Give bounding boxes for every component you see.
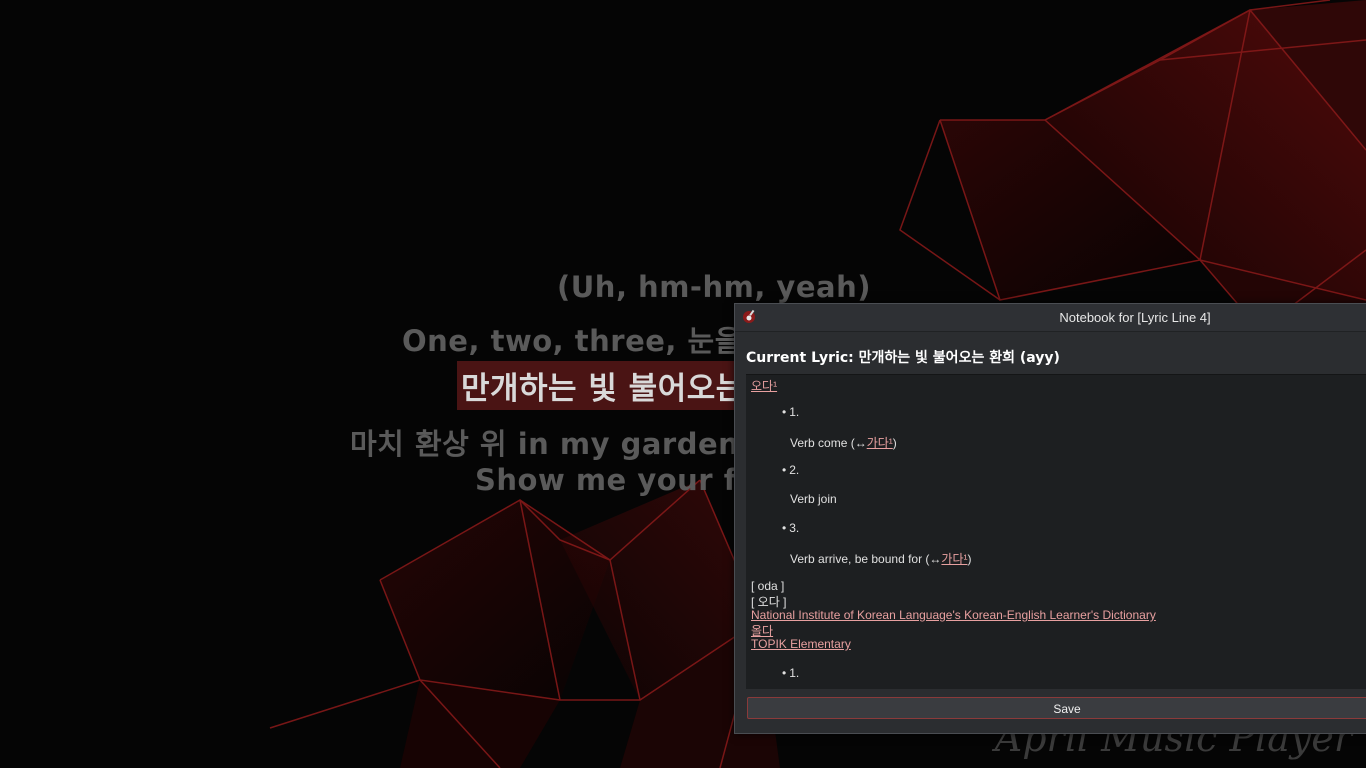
player-stage: (Uh, hm-hm, yeah) One, two, three, 눈을 뜨면… [0,0,1366,768]
current-lyric-display: Current Lyric: 만개하는 빛 불어오는 환희 (ayy) [746,347,1060,367]
lyric-line-previous-2: (Uh, hm-hm, yeah) [557,270,871,304]
sense-number: 3. [782,521,799,535]
sense-definition: Verb come (↔가다¹) [790,436,897,450]
current-lyric-label: Current Lyric: [746,350,854,366]
save-button[interactable]: Save [747,697,1366,719]
current-lyric-value: 만개하는 빛 불어오는 환희 (ayy) [853,350,1060,366]
sense-number: 1. [782,405,799,419]
entry-headword-link[interactable]: 오다¹ [751,379,777,393]
sense-number: 1. [782,666,799,680]
level-link[interactable]: TOPIK Elementary [751,637,851,651]
sense-definition: Verb arrive, be bound for (↔가다¹) [790,552,972,566]
notes-editor[interactable]: 오다¹ 1. Verb come (↔가다¹) 2. Verb join 3. … [746,374,1366,689]
sense-definition: Verb join [790,492,837,506]
notebook-title: Notebook for [Lyric Line 4] [1059,310,1211,325]
lyric-line-next-1: 마치 환상 위 in my garden, so [350,427,800,461]
dictionary-source-link[interactable]: National Institute of Korean Language's … [751,608,1156,622]
notebook-window: Notebook for [Lyric Line 4] Current Lyri… [734,303,1366,734]
sense-number: 2. [782,463,799,477]
antonym-link[interactable]: 가다¹ [941,552,967,566]
romanization: [ oda ] [751,579,785,593]
notebook-titlebar[interactable]: Notebook for [Lyric Line 4] [735,304,1366,332]
inflection-link[interactable]: 올다 [751,624,773,638]
antonym-link[interactable]: 가다¹ [867,436,893,450]
